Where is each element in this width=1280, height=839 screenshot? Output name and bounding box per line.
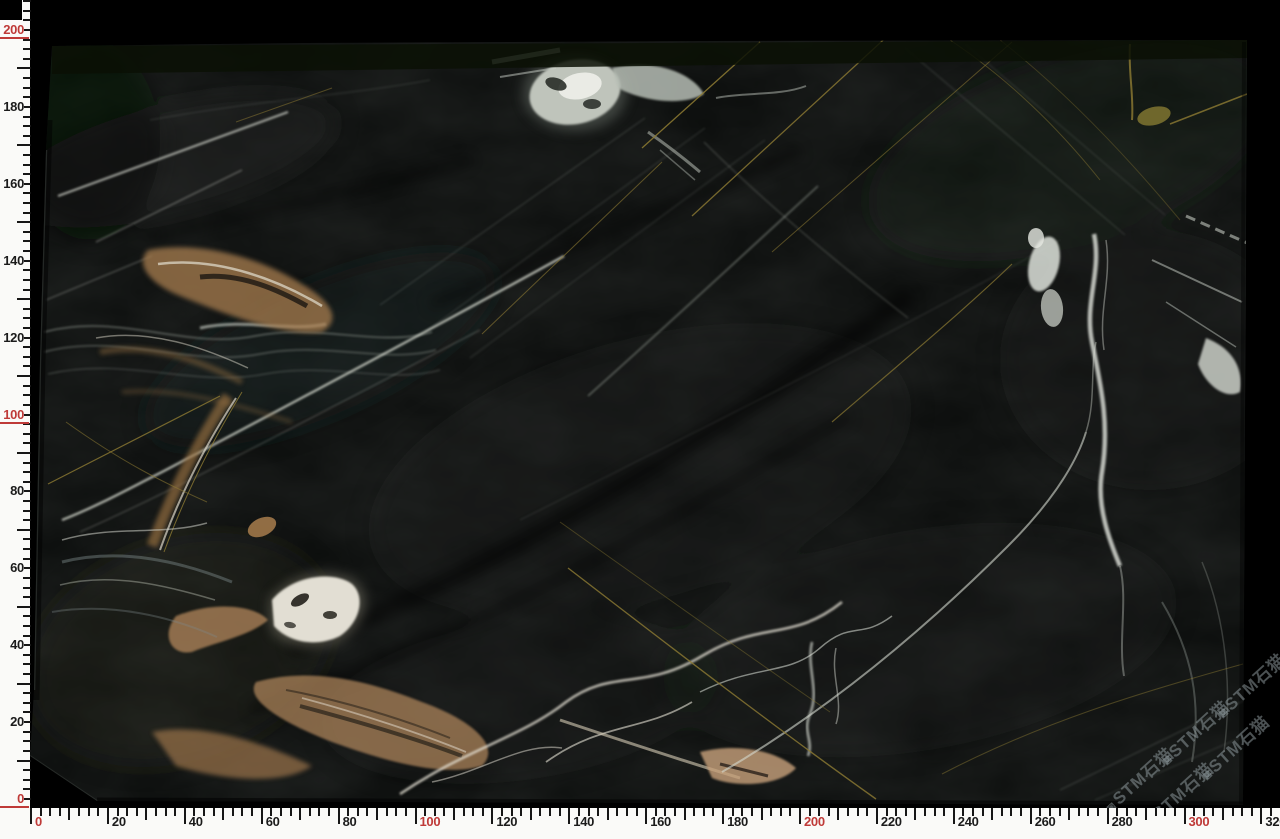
slab-scan-image [0,0,1280,839]
slab-scan-viewer: ◙STM石猫◙STM石猫◙STM石猫◙STM石猫◙STM石猫 020406080… [0,0,1280,839]
